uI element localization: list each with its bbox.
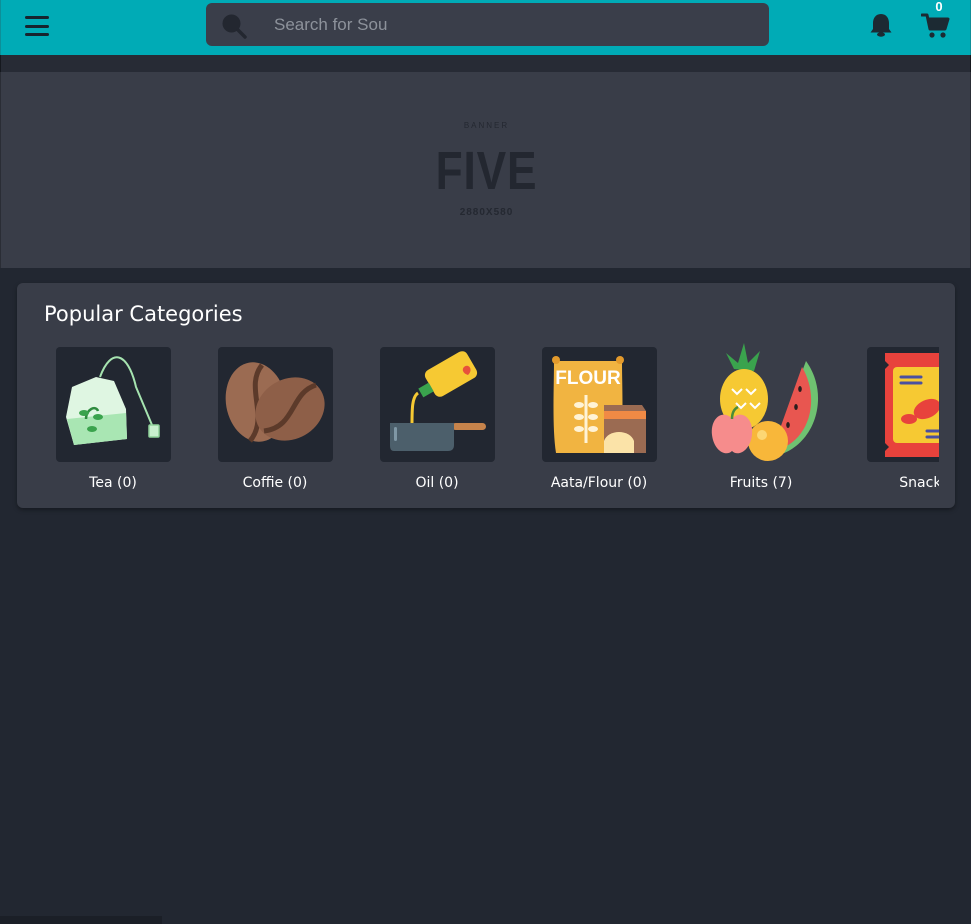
category-label: Tea (0) — [89, 475, 137, 491]
category-item-oil[interactable]: Oil (0) — [341, 347, 501, 497]
category-label: Aata/Flour (0) — [550, 475, 648, 491]
header-divider — [0, 55, 971, 72]
search-input[interactable] — [274, 9, 744, 41]
cart-count-badge: 0 — [935, 0, 943, 14]
bell-icon[interactable] — [867, 11, 895, 39]
snacks-icon — [885, 353, 939, 457]
cooking-oil-icon — [390, 351, 486, 451]
category-label: Oil (0) — [415, 475, 459, 491]
section-title: Popular Categories — [44, 302, 243, 326]
hamburger-menu-icon[interactable] — [23, 13, 51, 39]
category-item-aata-flour[interactable]: FLOUR Aata/Flour (0) — [503, 347, 663, 497]
fruits-icon — [711, 343, 819, 461]
top-bar: 0 — [0, 0, 971, 55]
tea-bag-icon — [66, 356, 160, 445]
coffee-beans-icon — [225, 362, 325, 443]
category-label: Snacks — [899, 475, 939, 491]
category-item-tea[interactable]: Tea (0) — [17, 347, 177, 497]
flour-bag-icon: FLOUR — [552, 356, 646, 453]
cart-icon[interactable] — [921, 12, 951, 40]
category-item-snacks[interactable]: Snacks — [828, 347, 939, 497]
bottom-left-strip — [0, 916, 162, 924]
search-bar — [206, 3, 769, 46]
category-item-coffie[interactable]: Coffie (0) — [179, 347, 339, 497]
banner[interactable]: BANNER FIVE 2880X580 — [0, 72, 971, 268]
category-item-fruits[interactable]: Fruits (7) — [665, 343, 825, 497]
banner-small-label: BANNER — [463, 121, 510, 130]
search-icon[interactable] — [220, 12, 248, 40]
popular-categories-card: Tea (0) Coffie (0) Oil (0) FLOUR Aata/Fl… — [17, 283, 955, 508]
category-label: Fruits (7) — [729, 475, 793, 491]
category-label: Coffie (0) — [242, 475, 308, 491]
banner-size-label: 2880X580 — [459, 207, 514, 218]
flour-bag-text: FLOUR — [555, 368, 621, 389]
banner-title: FIVE — [435, 141, 538, 201]
